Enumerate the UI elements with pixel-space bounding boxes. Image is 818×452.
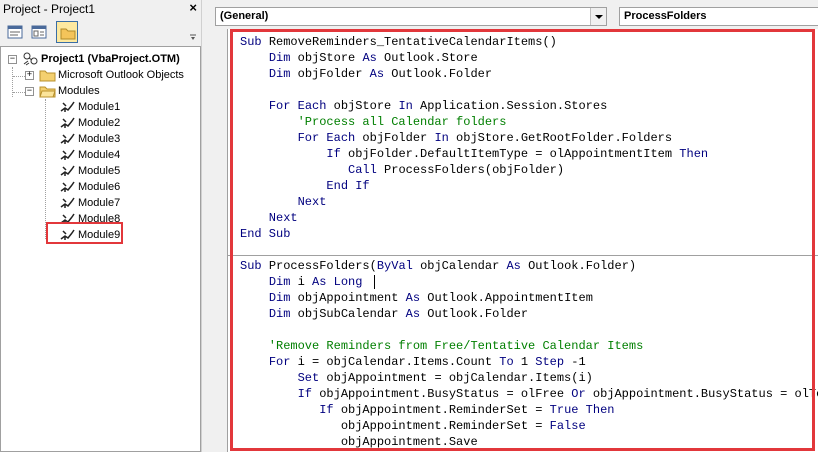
close-icon[interactable]: × (189, 1, 197, 15)
code-line: Set objAppointment = objCalendar.Items(i… (297, 371, 593, 385)
procedure-dropdown[interactable]: ProcessFolders (619, 7, 818, 26)
code-line: Sub ProcessFolders(ByVal objCalendar As … (240, 259, 637, 273)
project-icon (23, 52, 38, 66)
tree-connector (45, 99, 46, 239)
module-icon (60, 181, 75, 192)
code-line: Sub RemoveReminders_TentativeCalendarIte… (240, 35, 557, 49)
project-explorer-titlebar: Project - Project1 × (0, 0, 201, 18)
code-line: objAppointment.ReminderSet = False (240, 419, 586, 433)
tree-item-module-label: Module3 (78, 133, 121, 145)
tree-item-modules-label: Modules (58, 85, 100, 97)
toolbar-grip-icon (190, 34, 196, 40)
module-icon (60, 101, 75, 112)
code-line: For Each objStore In Application.Session… (268, 99, 608, 113)
module-icon (60, 149, 75, 160)
view-code-icon (7, 25, 23, 39)
code-line: For i = objCalendar.Items.Count To 1 Ste… (268, 355, 586, 369)
project-explorer-pane: Project - Project1 × − Project1 (VbaProj… (0, 0, 201, 452)
code-line: Dim objAppointment As Outlook.Appointmen… (268, 291, 593, 305)
object-dropdown-value: (General) (220, 10, 269, 22)
code-comment-line: 'Process all Calendar folders (240, 115, 507, 129)
project-explorer-toolbar (0, 19, 201, 45)
module-icon (60, 133, 75, 144)
code-line: Dim objFolder As Outlook.Folder (268, 67, 493, 81)
code-line: Dim i As Long (268, 275, 363, 289)
object-dropdown[interactable]: (General) (215, 7, 607, 26)
code-line: objAppointment.Save (240, 435, 478, 449)
tree-item-module-label: Module7 (78, 197, 121, 209)
code-comment-line: 'Remove Reminders from Free/Tentative Ca… (240, 339, 644, 353)
root-collapse-toggle[interactable]: − (8, 55, 17, 64)
view-code-button[interactable] (4, 21, 26, 43)
view-object-button[interactable] (28, 21, 50, 43)
tree-item-outlook-objects-label: Microsoft Outlook Objects (58, 69, 184, 81)
tree-item-project-label: Project1 (VbaProject.OTM) (41, 53, 180, 65)
module-icon (60, 165, 75, 176)
code-line: If objFolder.DefaultItemType = olAppoint… (326, 147, 709, 161)
module-icon (60, 197, 75, 208)
outlook-objects-expand-toggle[interactable]: + (25, 71, 34, 80)
code-line: Call ProcessFolders(objFolder) (348, 163, 565, 177)
module-icon (60, 117, 75, 128)
tree-item-module-label: Module5 (78, 165, 121, 177)
project-explorer-title: Project - Project1 (3, 2, 96, 16)
project-tree: − Project1 (VbaProject.OTM) + Microsoft … (0, 46, 201, 452)
chevron-down-icon[interactable] (590, 8, 606, 25)
code-line: If objAppointment.ReminderSet = True The… (319, 403, 615, 417)
module9-highlight-box (46, 222, 123, 244)
code-line: End If (240, 179, 370, 193)
tree-item-module-label: Module6 (78, 181, 121, 193)
open-folder-icon (39, 86, 56, 98)
code-window: (General) ProcessFolders Sub RemoveRemin… (209, 0, 818, 452)
folder-icon (39, 70, 56, 82)
code-line: If objAppointment.BusyStatus = olFree Or… (297, 387, 818, 401)
modules-collapse-toggle[interactable]: − (25, 87, 34, 96)
tree-item-module-label: Module1 (78, 101, 121, 113)
view-object-icon (31, 25, 47, 39)
toggle-folders-button[interactable] (56, 21, 78, 43)
code-line: Next (240, 195, 327, 209)
procedure-dropdown-value: ProcessFolders (624, 10, 707, 22)
procedure-separator (228, 255, 818, 256)
tree-item-module-label: Module2 (78, 117, 121, 129)
code-line: Next (240, 211, 298, 225)
toggle-folders-icon (60, 28, 76, 40)
tree-item-module-label: Module4 (78, 149, 121, 161)
code-line: Dim objSubCalendar As Outlook.Folder (268, 307, 529, 321)
code-editor[interactable]: Sub RemoveReminders_TentativeCalendarIte… (227, 29, 818, 452)
code-line: End Sub (240, 227, 291, 241)
code-line: For Each objFolder In objStore.GetRootFo… (297, 131, 673, 145)
text-caret (374, 275, 375, 289)
code-line: Dim objStore As Outlook.Store (268, 51, 478, 65)
